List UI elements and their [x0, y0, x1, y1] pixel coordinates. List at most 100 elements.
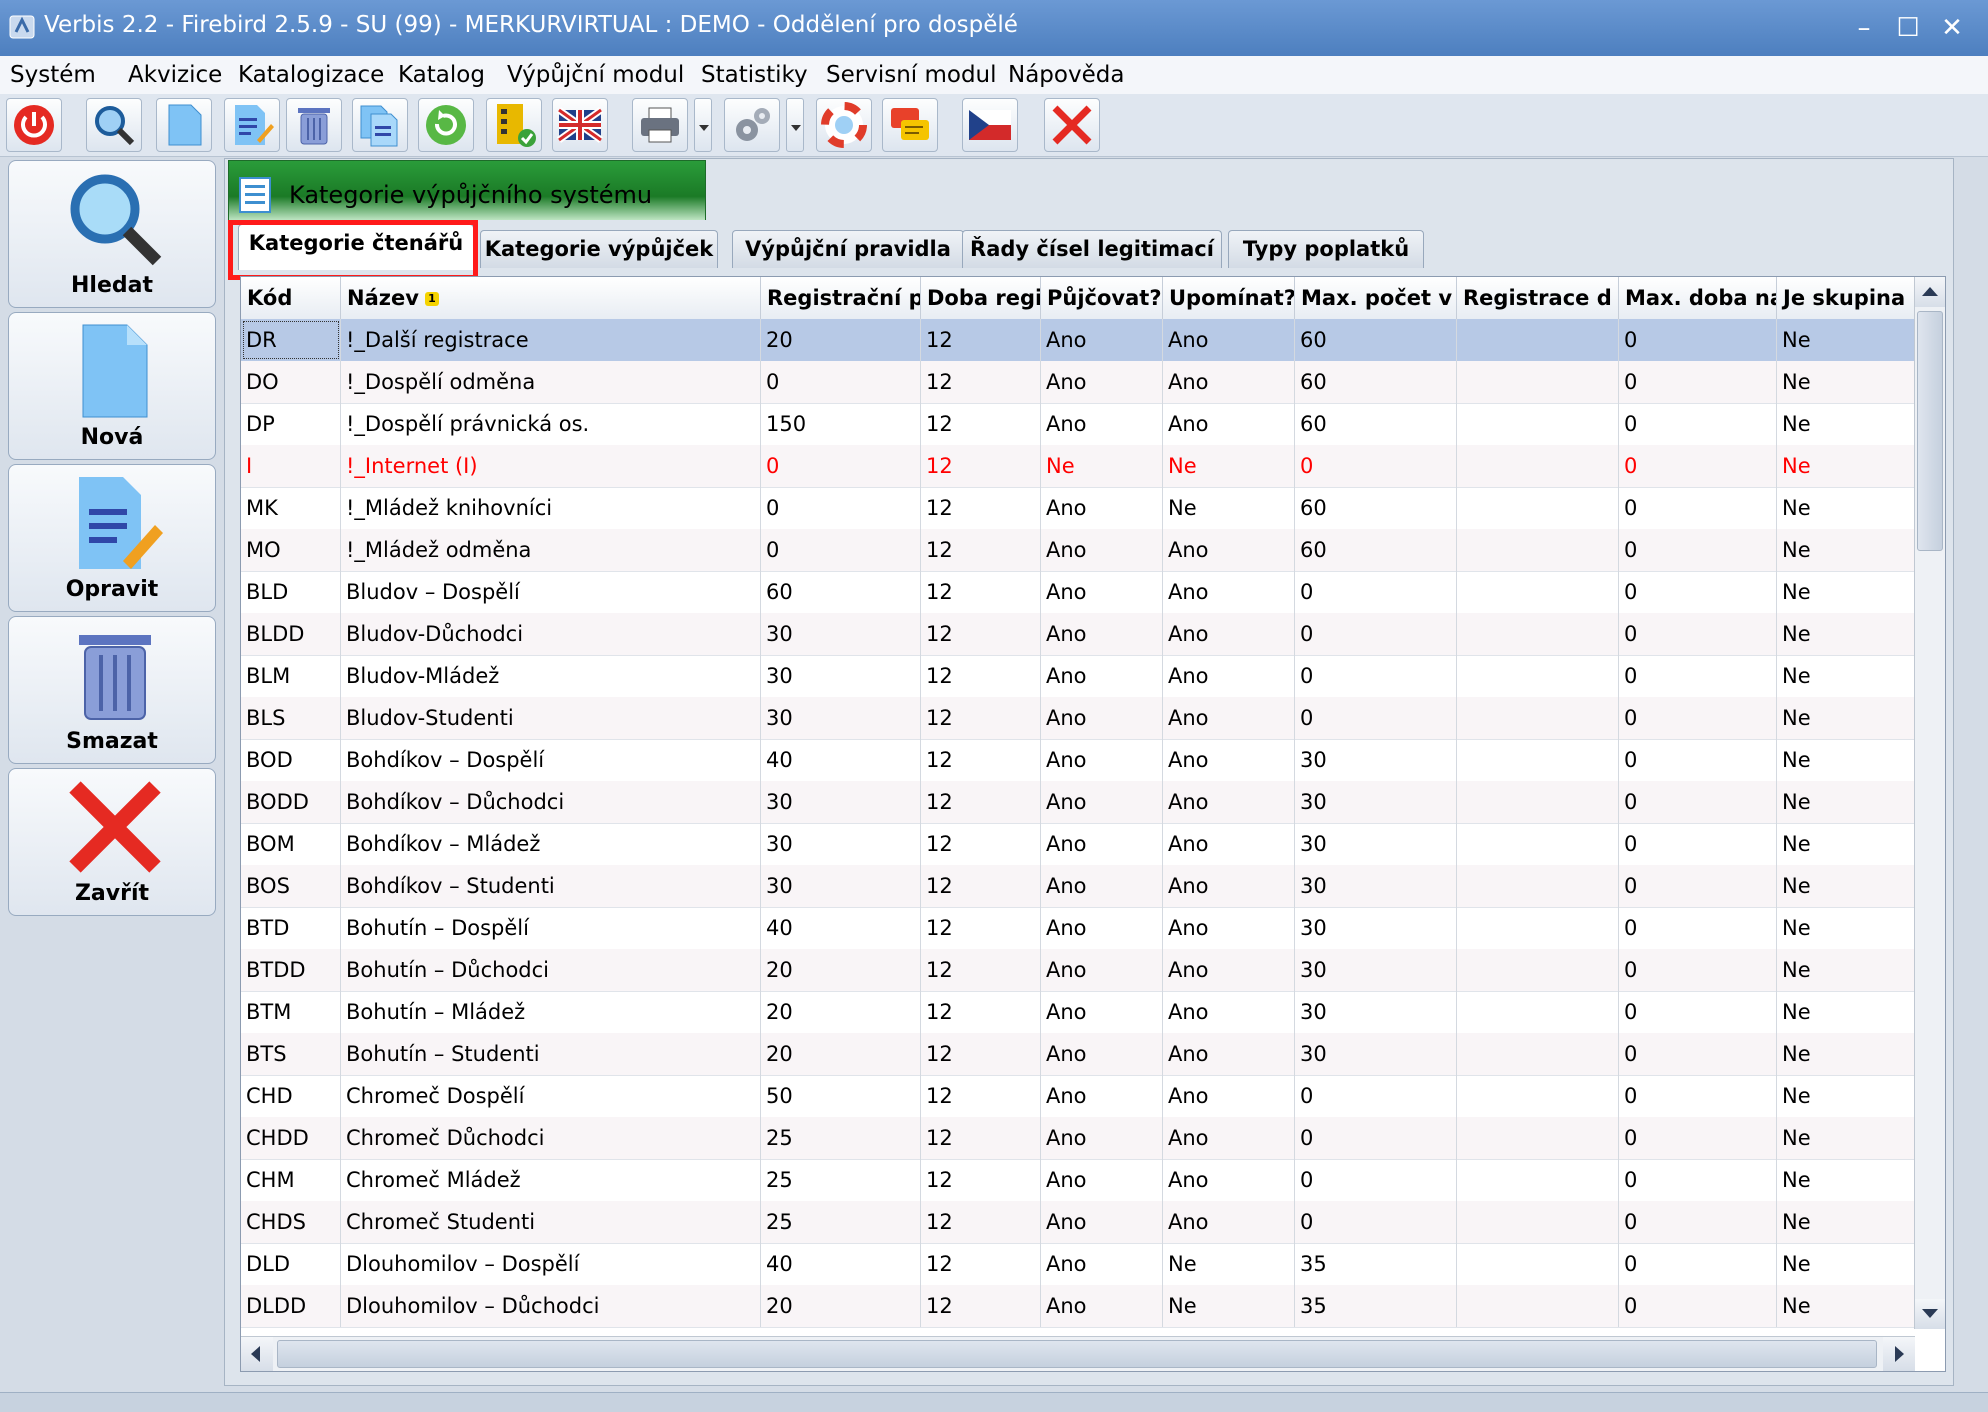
settings-dropdown-button[interactable] — [786, 98, 804, 152]
tab-typy-poplatku[interactable]: Typy poplatků — [1228, 230, 1424, 268]
toolbar-refresh-button[interactable] — [418, 98, 474, 152]
menu-system[interactable]: Systém — [10, 62, 96, 88]
table-row[interactable]: BLDD Bludov-Důchodci 30 12 Ano Ano 0 0 Ne — [241, 613, 1915, 656]
table-row[interactable]: BOD Bohdíkov – Dospělí 40 12 Ano Ano 30 0 Ne — [241, 739, 1915, 782]
menu-vypujcni-modul[interactable]: Výpůjční modul — [507, 62, 684, 88]
table-row[interactable]: DLD Dlouhomilov – Dospělí 40 12 Ano Ne 35 0 Ne — [241, 1243, 1915, 1286]
table-row[interactable]: BODD Bohdíkov – Důchodci 30 12 Ano Ano 30 0 Ne — [241, 781, 1915, 824]
main-tab[interactable]: Kategorie výpůjčního systému — [228, 160, 706, 220]
menu-katalogizace[interactable]: Katalogizace — [238, 62, 384, 88]
col-registrace-do-header[interactable]: Registrace d — [1457, 277, 1619, 319]
left-edit-button[interactable]: Opravit — [8, 464, 216, 612]
table-row[interactable]: CHM Chromeč Mládež 25 12 Ano Ano 0 0 Ne — [241, 1159, 1915, 1202]
table-row[interactable]: I !_Internet (I) 0 12 Ne Ne 0 0 Ne — [241, 445, 1915, 488]
table-row[interactable]: BTD Bohutín – Dospělí 40 12 Ano Ano 30 0 Ne — [241, 907, 1915, 950]
table-cell: Bohdíkov – Dospělí — [341, 739, 761, 781]
toolbar-settings-button[interactable] — [724, 98, 780, 152]
table-row[interactable]: MK !_Mládež knihovníci 0 12 Ano Ne 60 0 Ne — [241, 487, 1915, 530]
print-dropdown-button[interactable] — [694, 98, 712, 152]
table-cell: CHM — [241, 1159, 341, 1201]
table-cell: Chromeč Mládež — [341, 1159, 761, 1201]
horizontal-scrollbar[interactable] — [241, 1336, 1915, 1371]
table-row[interactable]: BTM Bohutín – Mládež 20 12 Ano Ano 30 0 Ne — [241, 991, 1915, 1034]
left-search-button[interactable]: Hledat — [8, 160, 216, 308]
toolbar-new-button[interactable] — [156, 98, 212, 152]
toolbar-checklist-button[interactable] — [486, 98, 542, 152]
left-new-label: Nová — [80, 425, 144, 450]
horizontal-scroll-thumb[interactable] — [277, 1340, 1877, 1368]
maximize-button[interactable]: ☐ — [1890, 10, 1926, 46]
table-row[interactable]: CHDD Chromeč Důchodci 25 12 Ano Ano 0 0 Ne — [241, 1117, 1915, 1160]
col-kod-header[interactable]: Kód — [241, 277, 341, 319]
vertical-scroll-thumb[interactable] — [1917, 311, 1943, 551]
tab-vypujcni-pravidla[interactable]: Výpůjční pravidla — [732, 230, 964, 268]
left-new-button[interactable]: Nová — [8, 312, 216, 460]
menu-napoveda[interactable]: Nápověda — [1008, 62, 1124, 88]
table-cell: Ano — [1163, 1159, 1295, 1201]
tab-rady-cisel-legitimaci[interactable]: Řady čísel legitimací — [962, 230, 1222, 268]
col-upominat-header[interactable]: Upomínat? — [1163, 277, 1295, 319]
table-row[interactable]: BTS Bohutín – Studenti 20 12 Ano Ano 30 0 Ne — [241, 1033, 1915, 1076]
table-row[interactable]: DR !_Další registrace 20 12 Ano Ano 60 0 Ne — [241, 319, 1915, 362]
table-row[interactable]: BOS Bohdíkov – Studenti 30 12 Ano Ano 30 0 Ne — [241, 865, 1915, 908]
table-cell: !_Dospělí právnická os. — [341, 403, 761, 445]
toolbar-delete-button[interactable] — [286, 98, 342, 152]
toolbar-help-button[interactable] — [816, 98, 872, 152]
table-row[interactable]: DLDD Dlouhomilov – Důchodci 20 12 Ano Ne 35 0 Ne — [241, 1285, 1915, 1328]
menu-servisni-modul[interactable]: Servisní modul — [826, 62, 997, 88]
col-max-doba-header[interactable]: Max. doba na — [1619, 277, 1777, 319]
col-pujcovat-header[interactable]: Půjčovat? — [1041, 277, 1163, 319]
table-row[interactable]: MO !_Mládež odměna 0 12 Ano Ano 60 0 Ne — [241, 529, 1915, 572]
table-row[interactable]: DP !_Dospělí právnická os. 150 12 Ano Ano 60 0 N… — [241, 403, 1915, 446]
col-registracni-poplatek-header[interactable]: Registrační p — [761, 277, 921, 319]
toolbar-messages-button[interactable] — [882, 98, 938, 152]
table-row[interactable]: BLM Bludov-Mládež 30 12 Ano Ano 0 0 Ne — [241, 655, 1915, 698]
table-cell: 30 — [761, 781, 921, 823]
table-row[interactable]: BTDD Bohutín – Důchodci 20 12 Ano Ano 30 0 Ne — [241, 949, 1915, 992]
table-cell: 50 — [761, 1075, 921, 1117]
table-row[interactable]: BOM Bohdíkov – Mládež 30 12 Ano Ano 30 0 Ne — [241, 823, 1915, 866]
window-close-button[interactable]: ✕ — [1934, 10, 1970, 46]
table-row[interactable]: CHD Chromeč Dospělí 50 12 Ano Ano 0 0 Ne — [241, 1075, 1915, 1118]
table-cell: Ano — [1041, 403, 1163, 445]
table-cell: Ano — [1163, 529, 1295, 571]
minimize-button[interactable]: – — [1846, 10, 1882, 46]
col-doba-registrace-header[interactable]: Doba regi — [921, 277, 1041, 319]
table-cell: Bohdíkov – Studenti — [341, 865, 761, 907]
table-row[interactable]: BLS Bludov-Studenti 30 12 Ano Ano 0 0 Ne — [241, 697, 1915, 740]
col-max-pocet-header[interactable]: Max. počet v — [1295, 277, 1457, 319]
scroll-down-button[interactable] — [1915, 1299, 1945, 1329]
col-nazev-header[interactable]: Název 1 — [341, 277, 761, 319]
menu-akvizice[interactable]: Akvizice — [128, 62, 222, 88]
table-cell: BLDD — [241, 613, 341, 655]
table-cell: Ano — [1041, 823, 1163, 865]
menu-katalog[interactable]: Katalog — [398, 62, 485, 88]
table-cell: 30 — [1295, 1033, 1457, 1075]
left-close-button[interactable]: Zavřít — [8, 768, 216, 916]
table-cell: 35 — [1295, 1243, 1457, 1285]
left-delete-button[interactable]: Smazat — [8, 616, 216, 764]
toolbar-search-button[interactable] — [86, 98, 142, 152]
table-row[interactable]: DO !_Dospělí odměna 0 12 Ano Ano 60 0 Ne — [241, 361, 1915, 404]
tab-kategorie-vypujcek[interactable]: Kategorie výpůjček — [480, 230, 718, 268]
toolbar-edit-button[interactable] — [224, 98, 280, 152]
table-cell — [1457, 1201, 1619, 1243]
toolbar-copy-button[interactable] — [352, 98, 408, 152]
menu-statistiky[interactable]: Statistiky — [701, 62, 808, 88]
table-cell: BOD — [241, 739, 341, 781]
vertical-scrollbar[interactable] — [1914, 277, 1945, 1329]
table-cell: 12 — [921, 1075, 1041, 1117]
table-cell: Ne — [1777, 571, 1915, 613]
toolbar-close-button[interactable] — [1044, 98, 1100, 152]
toolbar-language-en-button[interactable] — [552, 98, 608, 152]
col-je-skupina-header[interactable]: Je skupina — [1777, 277, 1915, 319]
power-button[interactable] — [6, 98, 62, 152]
scroll-right-button[interactable] — [1883, 1337, 1915, 1371]
toolbar-language-cz-button[interactable] — [962, 98, 1018, 152]
scroll-up-button[interactable] — [1915, 277, 1945, 307]
toolbar-print-button[interactable] — [632, 98, 688, 152]
table-cell: Dlouhomilov – Dospělí — [341, 1243, 761, 1285]
table-row[interactable]: CHDS Chromeč Studenti 25 12 Ano Ano 0 0 Ne — [241, 1201, 1915, 1244]
scroll-left-button[interactable] — [241, 1337, 273, 1371]
table-row[interactable]: BLD Bludov – Dospělí 60 12 Ano Ano 0 0 Ne — [241, 571, 1915, 614]
